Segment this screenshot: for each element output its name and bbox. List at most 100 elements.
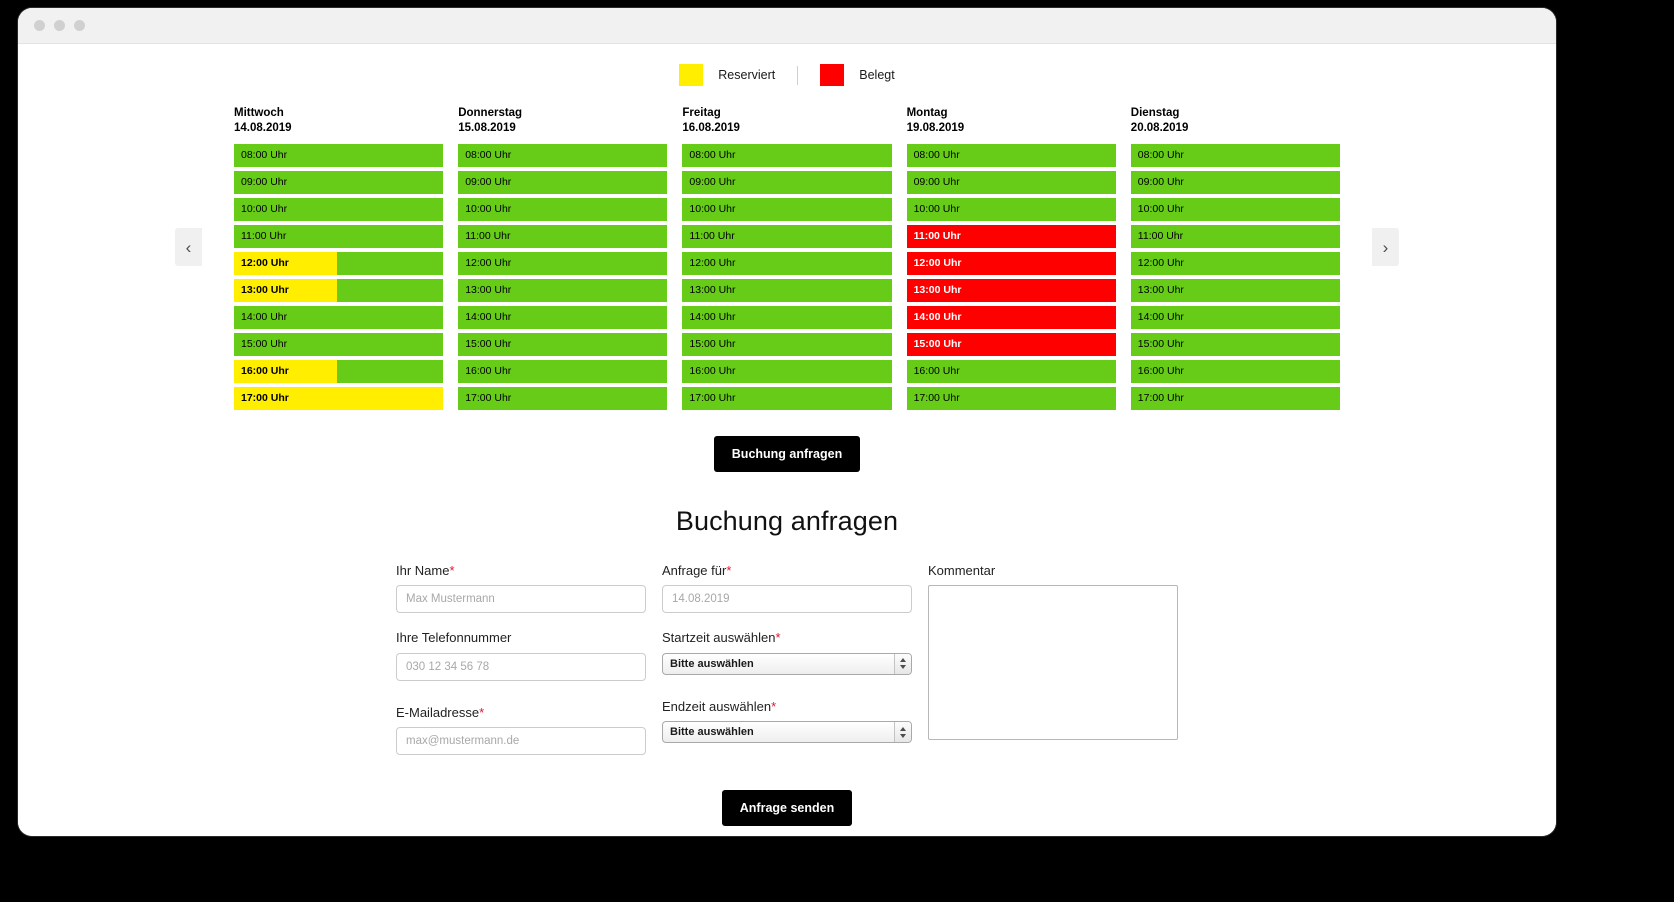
timeslot-frei[interactable]: 11:00 Uhr	[1130, 224, 1340, 248]
timeslot-teilweise-reserviert[interactable]: 16:00 Uhr	[234, 359, 444, 383]
browser-window: Reserviert Belegt ‹ › Mittwoch 14.08.2019…	[18, 8, 1556, 836]
window-close-dot[interactable]	[34, 20, 45, 31]
timeslot-label: 10:00 Uhr	[1137, 202, 1184, 215]
timeslot-frei[interactable]: 15:00 Uhr	[1130, 332, 1340, 356]
start-time-select[interactable]: Bitte auswählen	[662, 652, 912, 675]
timeslot-frei[interactable]: 14:00 Uhr	[458, 305, 668, 329]
timeslot-frei[interactable]: 08:00 Uhr	[1130, 143, 1340, 167]
timeslot-frei[interactable]: 10:00 Uhr	[234, 197, 444, 221]
calendar-day-column: Mittwoch 14.08.2019 08:00 Uhr 09:00 Uhr 10:0…	[234, 106, 444, 414]
timeslot-label: 14:00 Uhr	[913, 310, 962, 323]
timeslot-frei[interactable]: 16:00 Uhr	[1130, 359, 1340, 383]
timeslot-belegt[interactable]: 13:00 Uhr	[906, 278, 1116, 302]
timeslot-frei[interactable]: 11:00 Uhr	[682, 224, 892, 248]
timeslot-belegt[interactable]: 14:00 Uhr	[906, 305, 1116, 329]
timeslot-frei[interactable]: 16:00 Uhr	[682, 359, 892, 383]
timeslot-belegt[interactable]: 11:00 Uhr	[906, 224, 1116, 248]
timeslot-frei[interactable]: 08:00 Uhr	[682, 143, 892, 167]
timeslot-frei[interactable]: 09:00 Uhr	[682, 170, 892, 194]
timeslot-label: 14:00 Uhr	[1137, 310, 1184, 323]
calendar-day-grid: Mittwoch 14.08.2019 08:00 Uhr 09:00 Uhr 10:0…	[234, 106, 1340, 414]
timeslot-frei[interactable]: 09:00 Uhr	[1130, 170, 1340, 194]
timeslot-frei[interactable]: 13:00 Uhr	[1130, 278, 1340, 302]
field-label-phone: Ihre Telefonnummer	[396, 630, 646, 646]
buchung-anfragen-button[interactable]: Buchung anfragen	[713, 435, 861, 472]
timeslot-frei[interactable]: 14:00 Uhr	[234, 305, 444, 329]
end-time-select[interactable]: Bitte auswählen	[662, 721, 912, 744]
timeslot-frei[interactable]: 17:00 Uhr	[906, 386, 1116, 410]
timeslot-belegt[interactable]: 12:00 Uhr	[906, 251, 1116, 275]
field-label-start-time-text: Startzeit auswählen	[662, 630, 776, 646]
timeslot-frei[interactable]: 15:00 Uhr	[234, 332, 444, 356]
timeslot-frei[interactable]: 14:00 Uhr	[1130, 305, 1340, 329]
field-label-start-time: Startzeit auswählen*	[662, 630, 912, 646]
timeslot-label: 16:00 Uhr	[913, 364, 960, 377]
timeslot-frei[interactable]: 09:00 Uhr	[458, 170, 668, 194]
timeslot-label: 10:00 Uhr	[465, 202, 512, 215]
field-request-for: Anfrage für*	[662, 563, 912, 614]
form-column-middle: Anfrage für* Startzeit auswählen* Bitte …	[662, 563, 912, 773]
timeslot-frei[interactable]: 10:00 Uhr	[682, 197, 892, 221]
field-label-email-text: E-Mailadresse	[396, 704, 480, 720]
legend-label-belegt: Belegt	[859, 68, 895, 82]
timeslot-frei[interactable]: 09:00 Uhr	[906, 170, 1116, 194]
email-input[interactable]	[396, 727, 646, 756]
window-maximize-dot[interactable]	[74, 20, 85, 31]
timeslot-frei[interactable]: 08:00 Uhr	[906, 143, 1116, 167]
window-minimize-dot[interactable]	[54, 20, 65, 31]
timeslot-frei[interactable]: 08:00 Uhr	[234, 143, 444, 167]
calendar-prev-week-button[interactable]: ‹	[175, 228, 202, 266]
timeslot-label: 11:00 Uhr	[465, 229, 511, 242]
timeslot-reserviert[interactable]: 17:00 Uhr	[234, 386, 444, 410]
timeslot-frei[interactable]: 16:00 Uhr	[906, 359, 1116, 383]
timeslot-frei[interactable]: 13:00 Uhr	[682, 278, 892, 302]
timeslot-frei[interactable]: 09:00 Uhr	[234, 170, 444, 194]
field-label-name: Ihr Name*	[396, 563, 646, 579]
timeslot-frei[interactable]: 12:00 Uhr	[682, 251, 892, 275]
timeslot-label: 10:00 Uhr	[241, 202, 288, 215]
name-input[interactable]	[396, 585, 646, 614]
field-label-request-for: Anfrage für*	[662, 563, 912, 579]
calendar-day-column: Donnerstag 15.08.2019 08:00 Uhr 09:00 Uhr 10…	[458, 106, 668, 414]
timeslot-belegt[interactable]: 15:00 Uhr	[906, 332, 1116, 356]
timeslot-frei[interactable]: 16:00 Uhr	[458, 359, 668, 383]
timeslot-frei[interactable]: 13:00 Uhr	[458, 278, 668, 302]
request-button-row: Buchung anfragen	[18, 435, 1556, 472]
calendar-day-date: 14.08.2019	[234, 122, 292, 135]
timeslot-frei[interactable]: 11:00 Uhr	[458, 224, 668, 248]
timeslot-label: 12:00 Uhr	[465, 256, 512, 269]
timeslot-label: 09:00 Uhr	[465, 175, 512, 188]
legend-label-reserviert: Reserviert	[718, 68, 776, 82]
comment-textarea[interactable]	[928, 585, 1178, 741]
timeslot-frei[interactable]: 17:00 Uhr	[682, 386, 892, 410]
timeslot-label: 12:00 Uhr	[913, 256, 962, 269]
timeslot-label: 11:00 Uhr	[913, 229, 961, 242]
calendar-next-week-button[interactable]: ›	[1372, 228, 1399, 266]
field-required-marker: *	[449, 562, 455, 578]
timeslot-frei[interactable]: 14:00 Uhr	[682, 305, 892, 329]
request-for-input[interactable]	[662, 585, 912, 614]
timeslot-label: 16:00 Uhr	[1137, 364, 1184, 377]
timeslot-frei[interactable]: 08:00 Uhr	[458, 143, 668, 167]
timeslot-frei[interactable]: 15:00 Uhr	[682, 332, 892, 356]
timeslot-teilweise-reserviert[interactable]: 13:00 Uhr	[234, 278, 444, 302]
timeslot-label: 15:00 Uhr	[1137, 337, 1184, 350]
timeslot-label: 17:00 Uhr	[241, 391, 289, 404]
anfrage-senden-button[interactable]: Anfrage senden	[721, 790, 853, 827]
phone-input[interactable]	[396, 652, 646, 681]
timeslot-frei[interactable]: 11:00 Uhr	[234, 224, 444, 248]
timeslot-label: 17:00 Uhr	[465, 391, 512, 404]
timeslot-teilweise-reserviert[interactable]: 12:00 Uhr	[234, 251, 444, 275]
timeslot-label: 08:00 Uhr	[241, 148, 288, 161]
form-column-right: Kommentar	[928, 563, 1178, 773]
timeslot-frei[interactable]: 12:00 Uhr	[458, 251, 668, 275]
calendar-day-header: Dienstag 20.08.2019	[1131, 106, 1340, 137]
timeslot-frei[interactable]: 10:00 Uhr	[906, 197, 1116, 221]
timeslot-frei[interactable]: 12:00 Uhr	[1130, 251, 1340, 275]
timeslot-frei[interactable]: 17:00 Uhr	[458, 386, 668, 410]
submit-button-row: Anfrage senden	[18, 790, 1556, 827]
timeslot-frei[interactable]: 10:00 Uhr	[1130, 197, 1340, 221]
timeslot-frei[interactable]: 10:00 Uhr	[458, 197, 668, 221]
timeslot-frei[interactable]: 17:00 Uhr	[1130, 386, 1340, 410]
timeslot-frei[interactable]: 15:00 Uhr	[458, 332, 668, 356]
